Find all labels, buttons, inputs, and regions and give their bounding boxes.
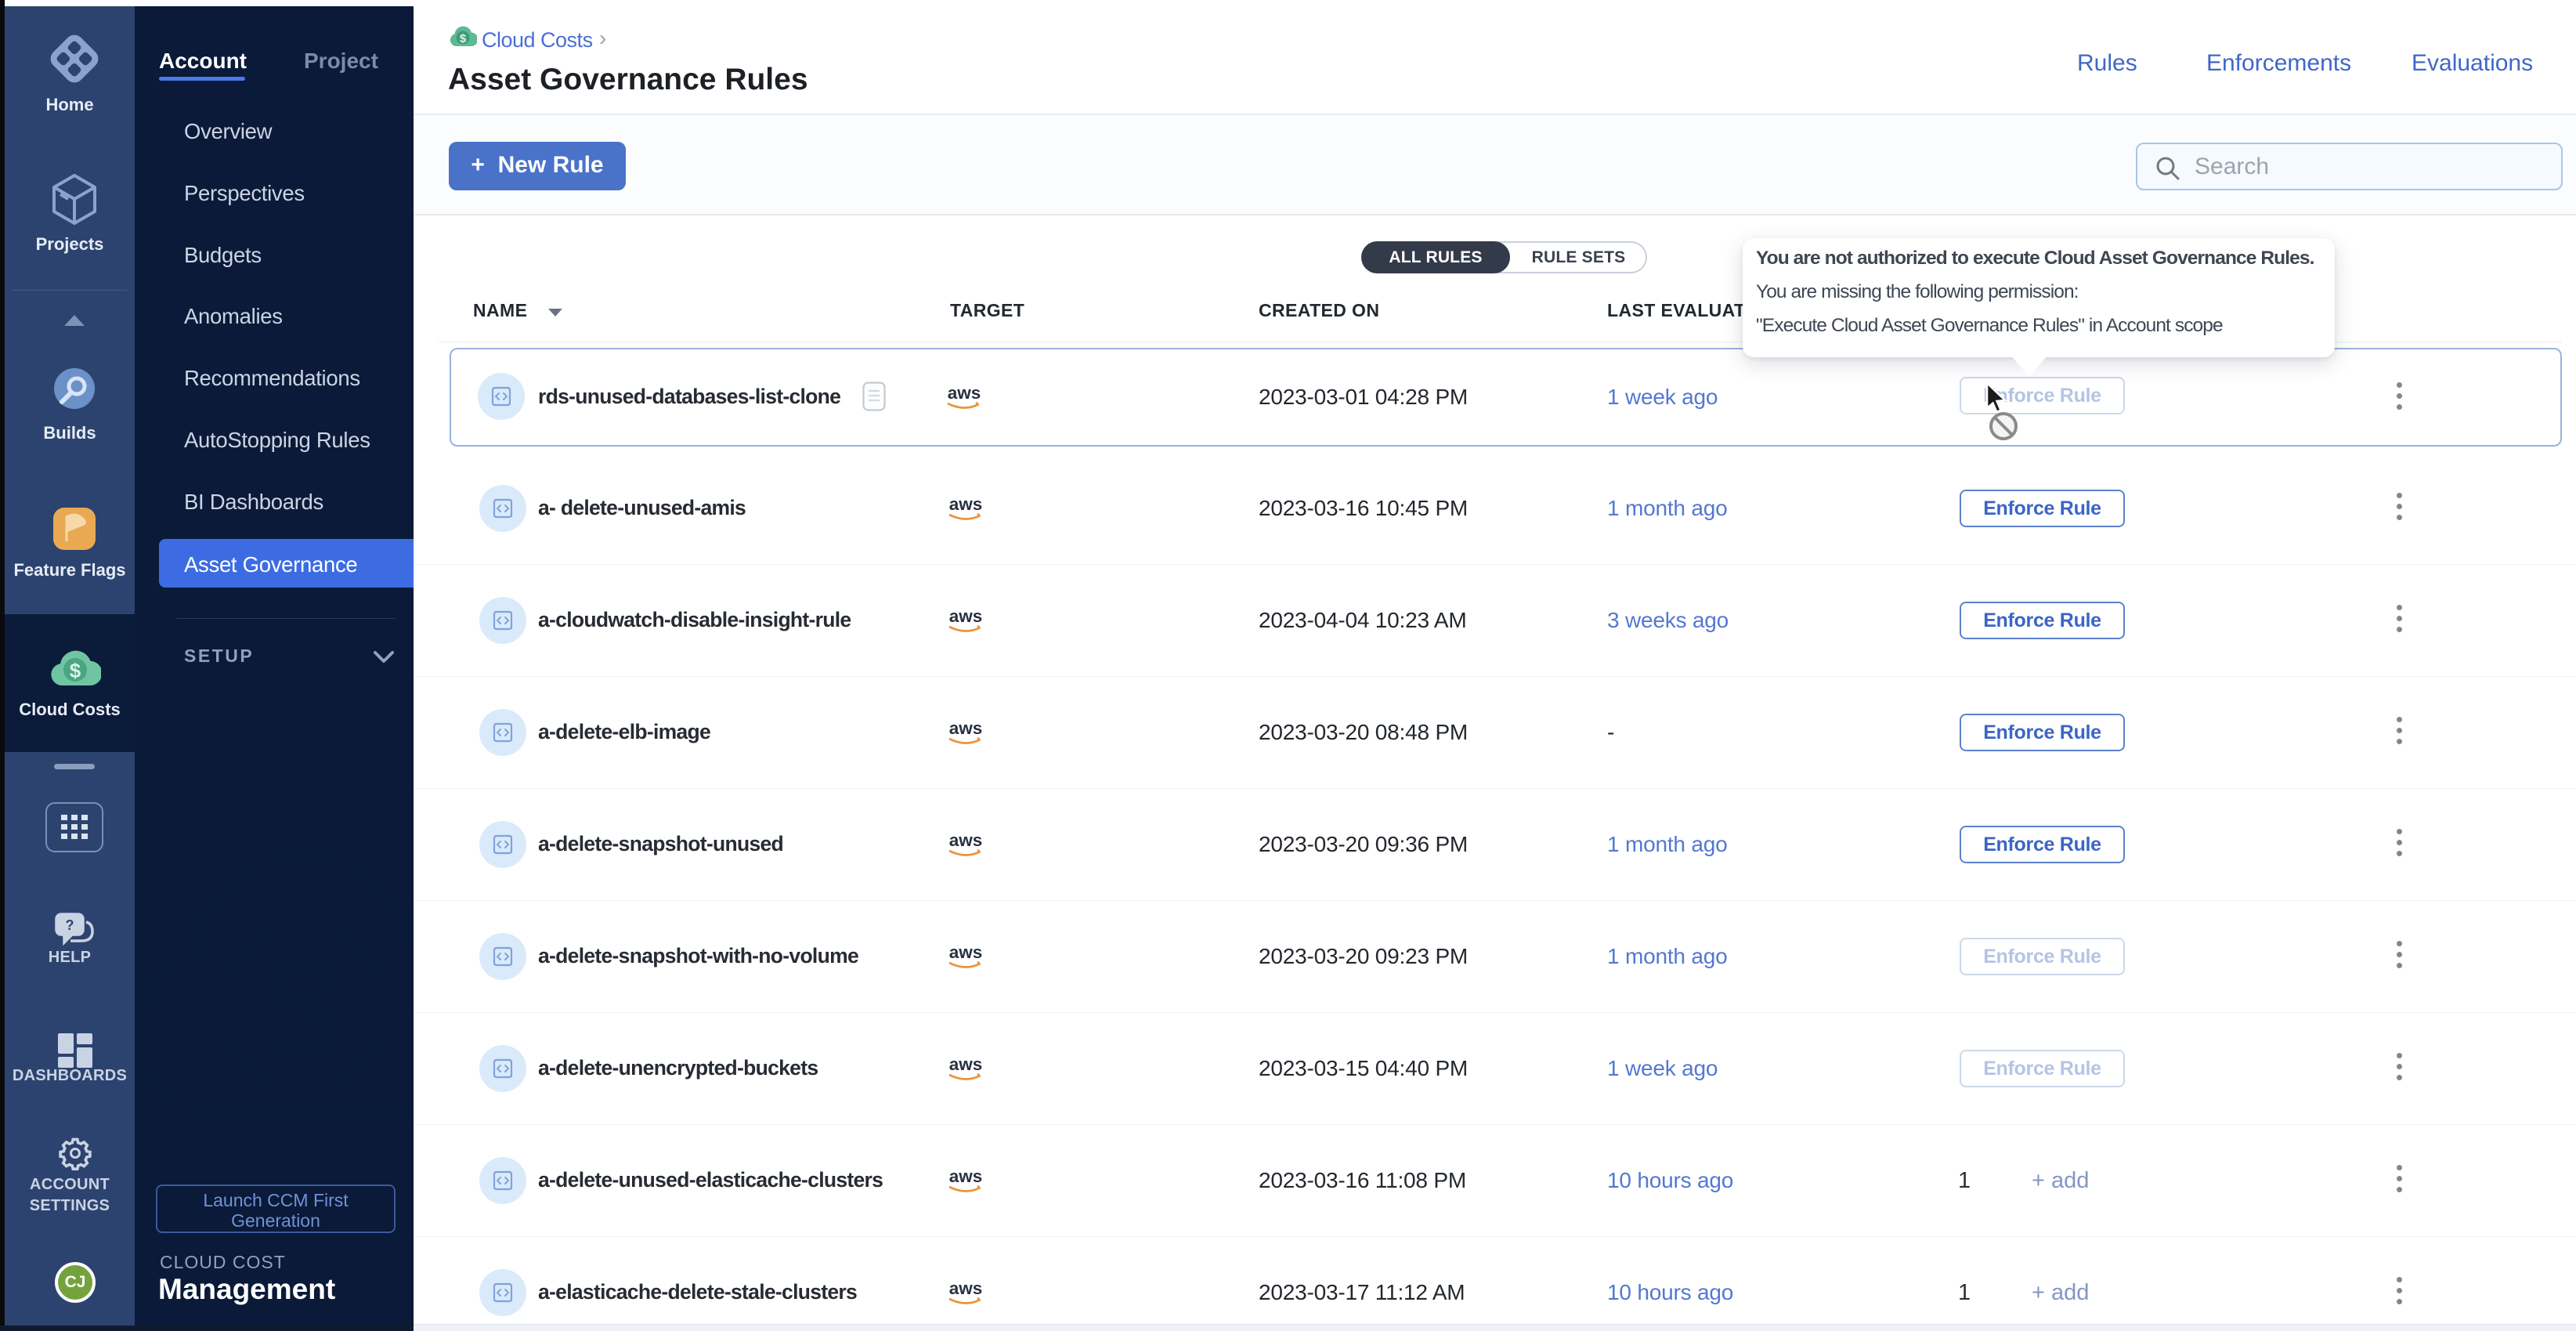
svg-text:$: $ bbox=[260, 922, 346, 1096]
svg-text:aws: aws bbox=[949, 833, 983, 850]
svg-text:aws: aws bbox=[949, 1281, 983, 1298]
svg-text:?: ? bbox=[66, 917, 74, 933]
svg-text:aws: aws bbox=[949, 1057, 983, 1074]
svg-text:aws: aws bbox=[949, 609, 983, 626]
svg-text:$: $ bbox=[460, 32, 467, 45]
svg-text:aws: aws bbox=[948, 385, 981, 403]
svg-text:aws: aws bbox=[949, 945, 983, 962]
svg-text:aws: aws bbox=[949, 1169, 983, 1186]
svg-text:aws: aws bbox=[949, 721, 983, 738]
svg-text:aws: aws bbox=[949, 497, 983, 514]
svg-text:$: $ bbox=[70, 659, 81, 682]
